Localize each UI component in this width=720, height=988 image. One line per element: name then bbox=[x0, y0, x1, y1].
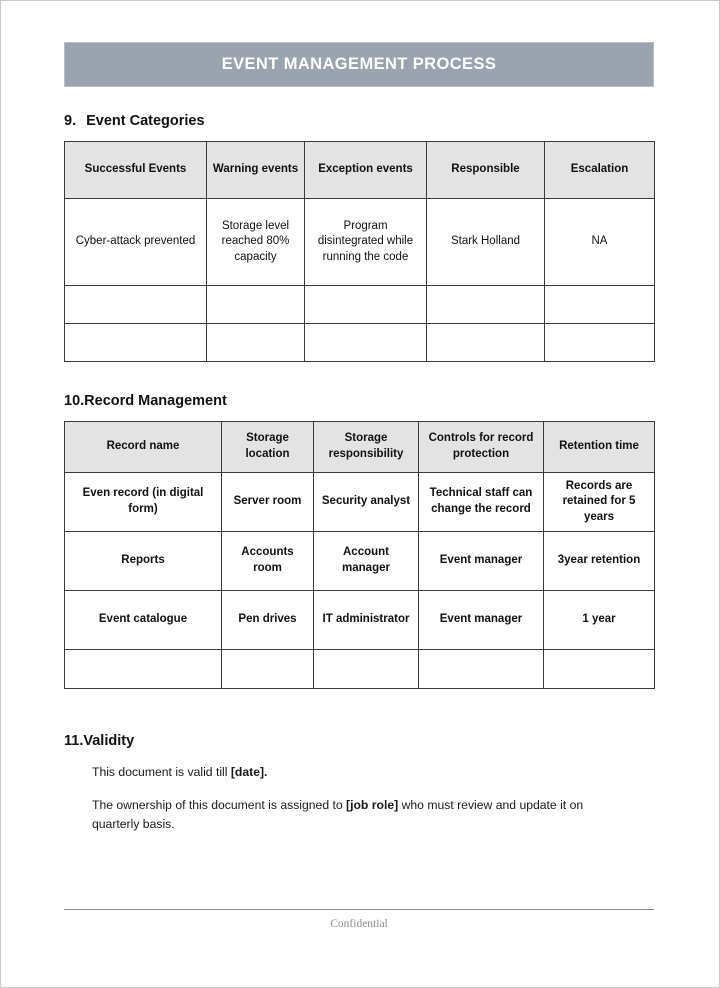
cell-storage-location: Server room bbox=[221, 472, 314, 532]
section-heading-event-categories: 9. Event Categories bbox=[64, 113, 654, 129]
footer-confidential-label: Confidential bbox=[330, 918, 388, 930]
cell-empty bbox=[426, 285, 545, 324]
section-heading-record-management: 10. Record Management bbox=[64, 393, 654, 409]
document-title-text: EVENT MANAGEMENT PROCESS bbox=[221, 55, 497, 73]
cell-empty bbox=[544, 323, 655, 362]
column-header-retention-time: Retention time bbox=[543, 421, 655, 473]
document-page: EVENT MANAGEMENT PROCESS 9. Event Catego… bbox=[0, 0, 720, 988]
section-heading-validity: 11. Validity bbox=[64, 733, 654, 749]
column-header-warning-events: Warning events bbox=[206, 141, 305, 199]
cell-successful-events: Cyber-attack prevented bbox=[64, 198, 207, 286]
cell-record-name: Even record (in digital form) bbox=[64, 472, 222, 532]
section-number-11: 11. bbox=[64, 733, 84, 749]
column-header-controls-for-record-protection: Controls for record protection bbox=[418, 421, 544, 473]
section-number-9: 9. bbox=[64, 113, 77, 129]
cell-empty bbox=[304, 285, 427, 324]
validity-paragraph-2: The ownership of this document is assign… bbox=[92, 796, 632, 834]
cell-storage-responsibility: Security analyst bbox=[313, 472, 419, 532]
cell-empty bbox=[544, 285, 655, 324]
cell-responsible: Stark Holland bbox=[426, 198, 545, 286]
table-event-categories: Successful Events Warning events Excepti… bbox=[64, 141, 655, 362]
cell-retention-time: 1 year bbox=[543, 590, 655, 650]
cell-record-name: Reports bbox=[64, 531, 222, 591]
column-header-responsible: Responsible bbox=[426, 141, 545, 199]
footer-divider bbox=[64, 909, 654, 910]
cell-empty bbox=[64, 649, 222, 689]
validity-p2-placeholder-job-role: [job role] bbox=[346, 797, 399, 812]
cell-storage-location: Pen drives bbox=[221, 590, 314, 650]
section-title-10: Record Management bbox=[84, 393, 227, 409]
validity-paragraph-1: This document is valid till [date]. bbox=[92, 763, 632, 782]
document-title-banner: EVENT MANAGEMENT PROCESS bbox=[64, 42, 654, 87]
table-row: Reports Accounts room Account manager Ev… bbox=[64, 531, 655, 591]
table-row: Event catalogue Pen drives IT administra… bbox=[64, 590, 655, 650]
section-title-9: Event Categories bbox=[86, 113, 205, 129]
column-header-storage-location: Storage location bbox=[221, 421, 314, 473]
cell-escalation: NA bbox=[544, 198, 655, 286]
cell-record-name: Event catalogue bbox=[64, 590, 222, 650]
cell-empty bbox=[206, 323, 305, 362]
cell-empty bbox=[426, 323, 545, 362]
column-header-escalation: Escalation bbox=[544, 141, 655, 199]
cell-empty bbox=[64, 285, 207, 324]
validity-p1-prefix: This document is valid till bbox=[92, 765, 231, 779]
cell-empty bbox=[418, 649, 544, 689]
document-content: EVENT MANAGEMENT PROCESS 9. Event Catego… bbox=[64, 1, 655, 848]
cell-empty bbox=[64, 323, 207, 362]
table-row-empty bbox=[64, 285, 655, 324]
page-footer: Confidential bbox=[64, 909, 654, 930]
section-number-10: 10. bbox=[64, 393, 85, 409]
table-record-management: Record name Storage location Storage res… bbox=[64, 421, 655, 689]
column-header-storage-responsibility: Storage responsibility bbox=[313, 421, 419, 473]
table-header-row: Successful Events Warning events Excepti… bbox=[64, 141, 655, 199]
cell-controls: Event manager bbox=[418, 590, 544, 650]
column-header-successful-events: Successful Events bbox=[64, 141, 207, 199]
table-row-empty bbox=[64, 649, 655, 689]
table-row: Cyber-attack prevented Storage level rea… bbox=[64, 198, 655, 286]
column-header-record-name: Record name bbox=[64, 421, 222, 473]
cell-empty bbox=[543, 649, 655, 689]
validity-p2-prefix: The ownership of this document is assign… bbox=[92, 797, 347, 812]
cell-controls: Event manager bbox=[418, 531, 544, 591]
cell-retention-time: Records are retained for 5 years bbox=[543, 472, 655, 532]
cell-warning-events: Storage level reached 80% capacity bbox=[206, 198, 305, 286]
cell-storage-responsibility: Account manager bbox=[313, 531, 419, 591]
cell-storage-responsibility: IT administrator bbox=[313, 590, 419, 650]
cell-empty bbox=[304, 323, 427, 362]
cell-empty bbox=[221, 649, 314, 689]
validity-p1-placeholder-date: [date]. bbox=[230, 765, 268, 779]
cell-retention-time: 3year retention bbox=[543, 531, 655, 591]
cell-storage-location: Accounts room bbox=[221, 531, 314, 591]
cell-empty bbox=[206, 285, 305, 324]
cell-controls: Technical staff can change the record bbox=[418, 472, 544, 532]
cell-empty bbox=[313, 649, 419, 689]
table-row: Even record (in digital form) Server roo… bbox=[64, 472, 655, 532]
section-title-11: Validity bbox=[83, 733, 135, 749]
table-header-row: Record name Storage location Storage res… bbox=[64, 421, 655, 473]
validity-body: This document is valid till [date]. The … bbox=[92, 763, 632, 834]
table-row-empty bbox=[64, 323, 655, 362]
column-header-exception-events: Exception events bbox=[304, 141, 427, 199]
cell-exception-events: Program disintegrated while running the … bbox=[304, 198, 427, 286]
